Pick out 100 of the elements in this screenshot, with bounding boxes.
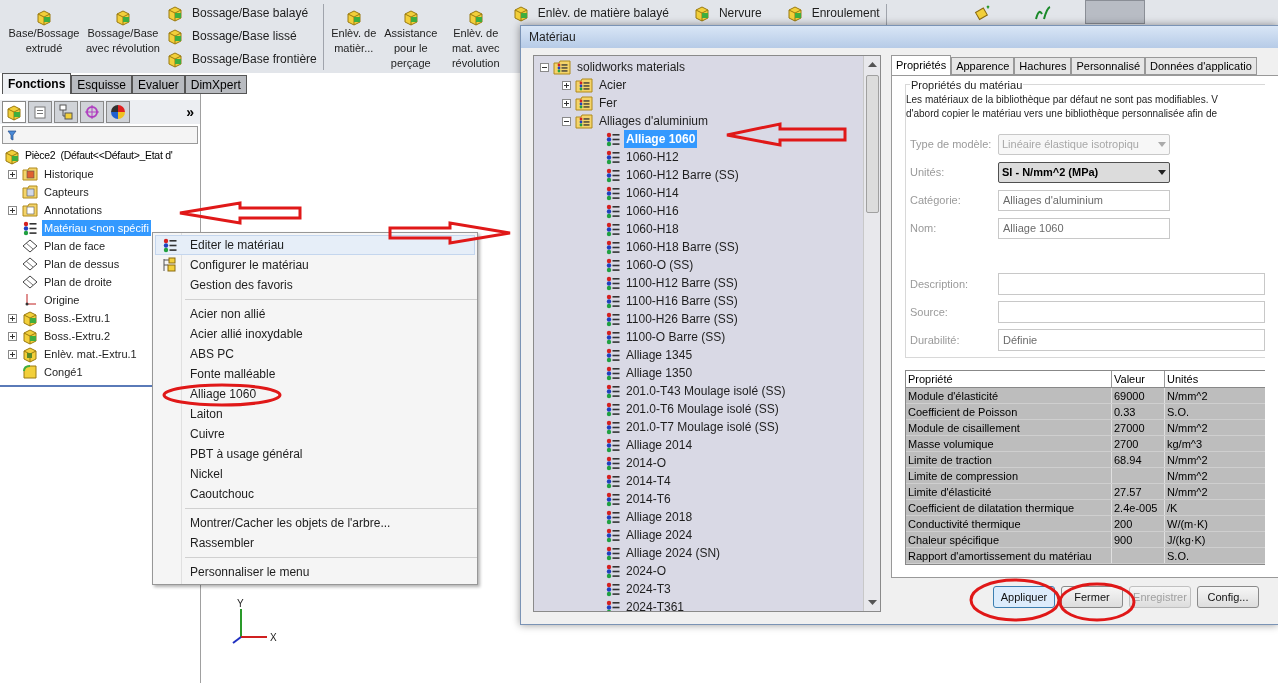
tree-item[interactable]: 2014-O xyxy=(624,454,669,472)
menu-item[interactable]: Acier allié inoxydable xyxy=(155,324,475,344)
tab[interactable]: Personnalisé xyxy=(1071,57,1146,75)
text-field[interactable] xyxy=(998,301,1265,323)
more-button[interactable]: » xyxy=(186,101,194,123)
menu-item[interactable]: Nickel xyxy=(155,464,475,484)
scroll-up-icon[interactable] xyxy=(867,61,877,67)
menu-item[interactable]: Rassembler xyxy=(155,533,475,553)
toolbar-button[interactable]: Bossage/Base frontière xyxy=(166,49,317,68)
tree-item[interactable]: 201.0-T6 Moulage isolé (SS) xyxy=(624,400,781,418)
toolbar-button[interactable]: Base/Bossage extrudé xyxy=(4,0,84,56)
tree-item[interactable]: Boss.-Extru.2 xyxy=(42,327,113,345)
tree-item[interactable]: Alliage 2024 xyxy=(624,526,695,544)
scrollbar[interactable] xyxy=(863,56,880,611)
expand-icon[interactable] xyxy=(8,331,17,341)
tab[interactable]: Données d'applicatio xyxy=(1145,57,1257,75)
menu-item[interactable]: Cuivre xyxy=(155,424,475,444)
tree-item[interactable]: 2024-T3 xyxy=(624,580,673,598)
tree-item[interactable]: 2014-T4 xyxy=(624,472,673,490)
sketch-icon[interactable] xyxy=(972,4,993,22)
expand-icon[interactable] xyxy=(8,313,17,323)
menu-item[interactable]: PBT à usage général xyxy=(155,444,475,464)
text-field[interactable]: Alliage 1060 xyxy=(998,217,1170,239)
toolbar-button[interactable]: Bossage/Base avec révolution xyxy=(84,0,162,56)
curve-icon[interactable] xyxy=(1032,4,1053,22)
part-name[interactable]: Pièce2 (Défaut<<Défaut>_Etat d' xyxy=(25,148,173,164)
menu-item[interactable]: Configurer le matériau xyxy=(155,255,475,275)
toolbar-button[interactable]: Enlèv. de matièr... xyxy=(329,0,378,56)
tree-item[interactable]: Plan de droite xyxy=(42,273,114,291)
scroll-down-icon[interactable] xyxy=(867,600,877,606)
dropdown[interactable]: SI - N/mm^2 (MPa) xyxy=(998,161,1170,183)
tab[interactable]: DimXpert xyxy=(184,75,247,94)
tree-item[interactable]: Alliage 2024 (SN) xyxy=(624,544,723,562)
menu-item[interactable]: Editer le matériau xyxy=(155,235,475,255)
dialog-button[interactable]: Fermer xyxy=(1061,586,1123,608)
tab[interactable]: Hachures xyxy=(1014,57,1072,75)
dialog-button[interactable]: Appliquer xyxy=(993,586,1055,608)
menu-item[interactable]: ABS PC xyxy=(155,344,475,364)
text-field[interactable]: Alliages d'aluminium xyxy=(998,189,1170,211)
toolbar-button[interactable]: Enroulement xyxy=(785,3,880,22)
expand-icon[interactable] xyxy=(562,98,571,108)
toolbar-button[interactable]: Enlèv. de matière balayé xyxy=(511,3,669,22)
tree-item[interactable]: 1060-H12 Barre (SS) xyxy=(624,166,741,184)
collapse-icon[interactable] xyxy=(562,116,571,126)
tree-item[interactable]: 1100-H12 Barre (SS) xyxy=(624,274,740,292)
filter-field[interactable] xyxy=(2,126,198,144)
tree-item[interactable]: Origine xyxy=(42,291,82,309)
tree-item[interactable]: 1060-H12 xyxy=(624,148,681,166)
tab[interactable]: Evaluer xyxy=(132,75,185,94)
tree-item[interactable]: 2024-O xyxy=(624,562,669,580)
tree-item[interactable]: Capteurs xyxy=(42,183,91,201)
menu-item[interactable]: Personnaliser le menu xyxy=(155,562,475,582)
tree-item[interactable]: 1100-H16 Barre (SS) xyxy=(624,292,740,310)
tree-item[interactable]: 1060-H14 xyxy=(624,184,681,202)
property-manager-tab[interactable] xyxy=(28,101,52,123)
tree-item[interactable]: Alliage 2014 xyxy=(624,436,695,454)
text-field[interactable]: Définie xyxy=(998,329,1265,351)
menu-item[interactable]: Laiton xyxy=(155,404,475,424)
toolbar-button[interactable]: Bossage/Base balayé xyxy=(166,3,317,22)
collapse-icon[interactable] xyxy=(540,62,549,72)
tree-item[interactable]: 1100-H26 Barre (SS) xyxy=(624,310,740,328)
tab[interactable]: Esquisse xyxy=(71,75,133,94)
toolbar-button[interactable]: Bossage/Base lissé xyxy=(166,26,317,45)
tree-item[interactable]: Fer xyxy=(597,94,619,112)
dialog-button[interactable]: Config... xyxy=(1197,586,1259,608)
tree-item[interactable]: Alliage 1350 xyxy=(624,364,695,382)
tree-item[interactable]: 2024-T361 xyxy=(624,598,687,611)
tree-item[interactable]: Plan de face xyxy=(42,237,108,255)
tree-item[interactable]: Alliages d'aluminium xyxy=(597,112,710,130)
menu-item[interactable]: Acier non allié xyxy=(155,304,475,324)
tree-item[interactable]: 1060-H18 Barre (SS) xyxy=(624,238,741,256)
display-tab[interactable] xyxy=(106,101,130,123)
tab[interactable]: Apparence xyxy=(951,57,1015,75)
tree-item[interactable]: 2014-T6 xyxy=(624,490,673,508)
expand-icon[interactable] xyxy=(562,80,571,90)
toolbar-button[interactable]: Enlèv. de mat. avec révolution xyxy=(443,0,508,71)
tree-item[interactable]: 1060-H16 xyxy=(624,202,681,220)
tree-item[interactable]: Alliage 1345 xyxy=(624,346,695,364)
tree-item[interactable]: 1060-O (SS) xyxy=(624,256,696,274)
tab[interactable]: Fonctions xyxy=(2,73,72,94)
expand-icon[interactable] xyxy=(8,169,17,179)
menu-item[interactable]: Alliage 1060 xyxy=(155,384,475,404)
tree-item[interactable]: Congé1 xyxy=(42,363,85,381)
tree-item[interactable]: Historique xyxy=(42,165,96,183)
tree-item[interactable]: solidworks materials xyxy=(575,58,688,76)
tree-item[interactable]: 1060-H18 xyxy=(624,220,681,238)
scrollbar-thumb[interactable] xyxy=(865,75,879,213)
feature-manager-tab[interactable] xyxy=(2,101,26,123)
tree-item[interactable]: Boss.-Extru.1 xyxy=(42,309,113,327)
text-field[interactable] xyxy=(998,273,1265,295)
menu-item[interactable]: Fonte malléable xyxy=(155,364,475,384)
configuration-tab[interactable] xyxy=(54,101,78,123)
tree-item[interactable]: Annotations xyxy=(42,201,105,219)
tree-item[interactable]: Enlèv. mat.-Extru.1 xyxy=(42,345,139,363)
toolbar-button[interactable]: Assistance pour le perçage xyxy=(377,0,444,71)
menu-item[interactable]: Montrer/Cacher les objets de l'arbre... xyxy=(155,513,475,533)
tab[interactable]: Propriétés xyxy=(891,55,952,75)
toolbar-button[interactable]: Nervure xyxy=(692,3,762,22)
tree-item[interactable]: 201.0-T43 Moulage isolé (SS) xyxy=(624,382,788,400)
tree-item[interactable]: Plan de dessus xyxy=(42,255,122,273)
